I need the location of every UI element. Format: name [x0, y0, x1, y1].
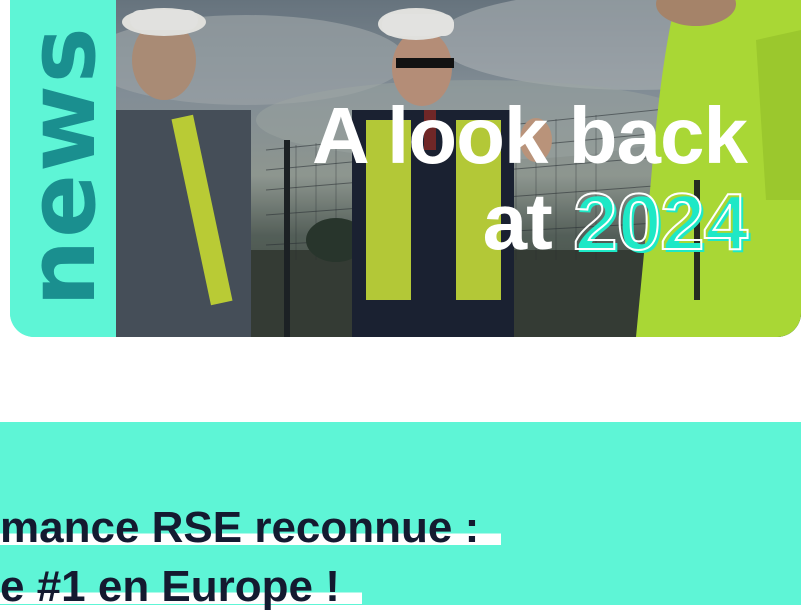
banner-line-2-text: e #1 en Europe !: [0, 562, 362, 611]
news-tag-strip: news: [10, 0, 117, 337]
hero-photo: A look back at 2024: [116, 0, 801, 337]
news-tag-label: news: [10, 25, 117, 307]
banner-line-1: mance RSE reconnue :: [0, 503, 502, 552]
hero-headline: A look back at 2024: [311, 91, 749, 263]
banner-line-1-text: mance RSE reconnue :: [0, 503, 502, 552]
headline-at: at: [482, 177, 553, 266]
news-hero-card[interactable]: news A look back at 2024: [10, 0, 801, 337]
headline-line-1: A look back: [311, 91, 748, 180]
headline-year: 2024: [572, 177, 749, 266]
banner-line-2: e #1 en Europe !: [0, 562, 362, 611]
rse-banner: mance RSE reconnue : e #1 en Europe !: [0, 422, 801, 611]
headline-line-2: at 2024: [312, 181, 749, 263]
